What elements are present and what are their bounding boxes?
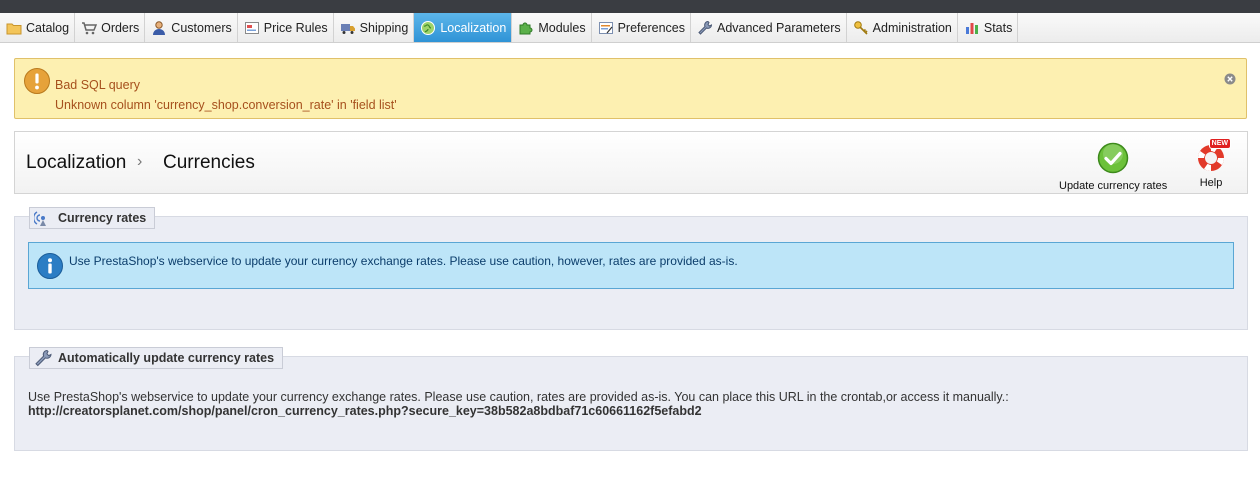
nav-item-catalog[interactable]: Catalog [0,13,76,42]
auto-update-description: Use PrestaShop's webservice to update yo… [28,390,1009,418]
main-nav: Catalog Orders Customers Price Rules Shi… [0,13,1260,43]
nav-label-shipping: Shipping [359,20,409,35]
auto-update-legend-label: Automatically update currency rates [58,351,275,365]
nav-label-price-rules: Price Rules [263,20,328,35]
warning-icon [23,67,51,95]
cart-icon [81,20,98,36]
new-badge: NEW [1208,138,1231,149]
update-currency-rates-button[interactable]: Update currency rates [1059,142,1167,192]
nav-item-localization[interactable]: Localization [414,13,513,42]
satellite-icon [34,209,52,227]
page-header: Localization › Currencies Update currenc… [14,131,1248,194]
nav-item-advanced-parameters[interactable]: Advanced Parameters [691,13,847,42]
nav-label-preferences: Preferences [617,20,685,35]
nav-label-administration: Administration [872,20,952,35]
breadcrumb-parent[interactable]: Localization [26,152,126,174]
nav-label-orders: Orders [101,20,140,35]
bar-chart-icon [964,20,980,36]
nav-label-advanced-parameters: Advanced Parameters [716,20,841,35]
alert-title: Bad SQL query [55,78,141,92]
nav-label-localization: Localization [440,20,507,35]
update-currency-rates-label: Update currency rates [1059,180,1168,192]
truck-icon [340,20,356,36]
top-bar [0,0,1260,13]
nav-label-customers: Customers [171,20,232,35]
breadcrumb-separator: › [137,153,143,170]
page-title: Currencies [163,152,255,173]
wrench-icon [34,349,52,367]
alert-message: Unknown column 'currency_shop.conversion… [55,98,397,112]
close-icon[interactable] [1224,73,1236,85]
folder-icon [6,20,22,36]
user-icon [151,20,167,36]
error-alert: Bad SQL query Unknown column 'currency_s… [14,58,1247,119]
currency-rates-legend: Currency rates [29,207,156,229]
info-text: Use PrestaShop's webservice to update yo… [69,254,738,268]
help-label: Help [1199,177,1223,189]
price-tag-icon [244,20,260,36]
auto-update-legend: Automatically update currency rates [29,347,284,369]
nav-label-modules: Modules [538,20,586,35]
nav-item-modules[interactable]: Modules [512,13,592,42]
cron-url[interactable]: http://creatorsplanet.com/shop/panel/cro… [28,404,1009,418]
auto-update-fieldset: Automatically update currency rates Use … [14,347,1248,451]
auto-update-text: Use PrestaShop's webservice to update yo… [28,390,1009,404]
nav-item-administration[interactable]: Administration [847,13,958,42]
nav-item-preferences[interactable]: Preferences [592,13,691,42]
nav-item-orders[interactable]: Orders [75,13,146,42]
lifebuoy-icon: NEW [1195,138,1231,174]
nav-item-customers[interactable]: Customers [145,13,238,42]
nav-label-catalog: Catalog [26,20,70,35]
key-icon [853,20,869,36]
wrench-icon [697,20,713,36]
nav-item-price-rules[interactable]: Price Rules [238,13,334,42]
help-button[interactable]: NEW Help [1195,138,1231,189]
nav-label-stats: Stats [983,20,1013,35]
currency-rates-fieldset: Currency rates Use PrestaShop's webservi… [14,207,1248,330]
puzzle-icon [518,20,534,36]
form-icon [598,20,614,36]
info-box: Use PrestaShop's webservice to update yo… [28,242,1234,289]
currency-rates-legend-label: Currency rates [58,211,147,225]
check-icon [1097,142,1129,177]
nav-item-stats[interactable]: Stats [958,13,1019,42]
nav-item-shipping[interactable]: Shipping [334,13,415,42]
globe-icon [420,20,436,36]
info-icon [36,252,64,280]
